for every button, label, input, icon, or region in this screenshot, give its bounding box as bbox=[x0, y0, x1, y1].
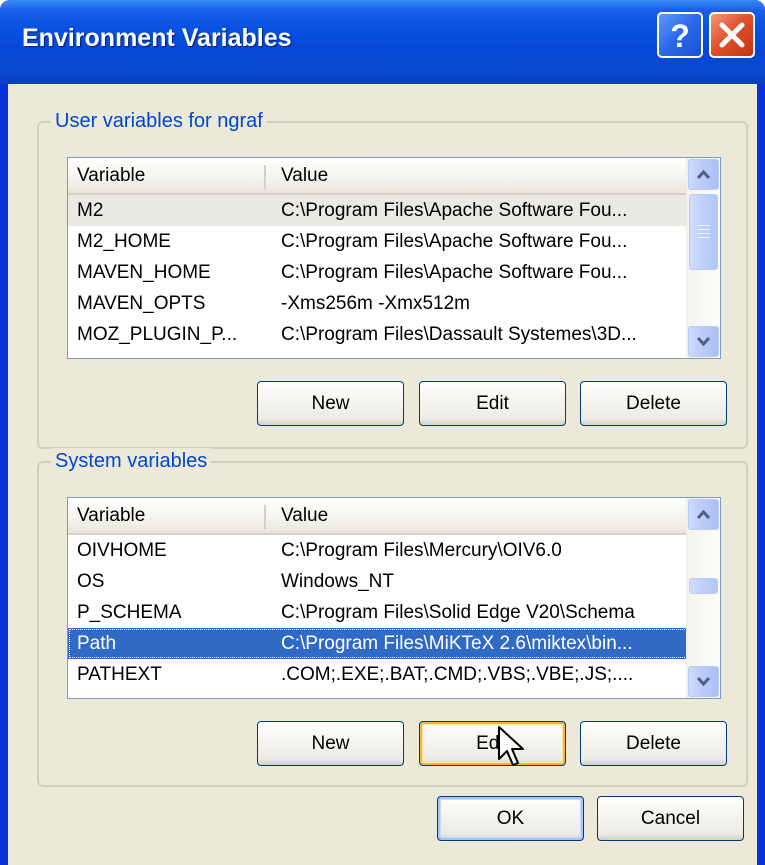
scroll-down-button[interactable] bbox=[688, 326, 719, 357]
column-header-variable[interactable]: Variable bbox=[77, 505, 145, 527]
list-row-maven-opts[interactable]: MAVEN_OPTS -Xms256m -Xmx512m bbox=[68, 288, 688, 319]
variable-value: C:\Program Files\Apache Software Fou... bbox=[281, 200, 628, 221]
system-list-scrollbar[interactable] bbox=[686, 498, 720, 698]
variable-name: Path bbox=[77, 633, 117, 654]
user-list-scrollbar[interactable] bbox=[686, 158, 720, 358]
window-title: Environment Variables bbox=[22, 24, 292, 52]
variable-name: MAVEN_HOME bbox=[77, 262, 211, 283]
system-delete-button[interactable]: Delete bbox=[580, 721, 727, 766]
list-row-os[interactable]: OS Windows_NT bbox=[68, 566, 688, 597]
variable-value: .COM;.EXE;.BAT;.CMD;.VBS;.VBE;.JS;.... bbox=[281, 664, 634, 685]
user-variables-group: User variables for ngraf Variable Value … bbox=[37, 108, 748, 449]
variable-name: M2_HOME bbox=[77, 231, 171, 252]
variable-value: C:\Program Files\Solid Edge V20\Schema bbox=[281, 602, 635, 623]
variable-name: M2 bbox=[77, 200, 104, 221]
dialog-body: User variables for ngraf Variable Value … bbox=[8, 84, 757, 865]
list-row-path[interactable]: Path C:\Program Files\MiKTeX 2.6\miktex\… bbox=[68, 628, 688, 659]
column-divider[interactable] bbox=[264, 165, 266, 189]
variable-name: PATHEXT bbox=[77, 664, 162, 685]
system-variables-group: System variables Variable Value OIVHOME … bbox=[37, 448, 748, 787]
arrow-down-icon bbox=[696, 676, 711, 687]
list-row-oivhome[interactable]: OIVHOME C:\Program Files\Mercury\OIV6.0 bbox=[68, 535, 688, 566]
svg-text:?: ? bbox=[670, 18, 690, 54]
user-variables-list[interactable]: Variable Value M2 C:\Program Files\Apach… bbox=[67, 157, 721, 359]
system-variables-list[interactable]: Variable Value OIVHOME C:\Program Files\… bbox=[67, 497, 721, 699]
variable-value: C:\Program Files\Dassault Systemes\3D... bbox=[281, 324, 637, 345]
list-row-m2[interactable]: M2 C:\Program Files\Apache Software Fou.… bbox=[68, 195, 688, 226]
list-row-m2-home[interactable]: M2_HOME C:\Program Files\Apache Software… bbox=[68, 226, 688, 257]
scroll-up-button[interactable] bbox=[688, 159, 719, 190]
user-delete-button[interactable]: Delete bbox=[580, 381, 727, 426]
help-icon: ? bbox=[670, 18, 690, 54]
scroll-thumb[interactable] bbox=[689, 578, 718, 594]
close-icon bbox=[719, 22, 745, 48]
user-variables-title: User variables for ngraf bbox=[51, 108, 267, 134]
ok-button[interactable]: OK bbox=[437, 796, 584, 841]
variable-name: MOZ_PLUGIN_P... bbox=[77, 324, 238, 345]
variable-name: OIVHOME bbox=[77, 540, 167, 561]
scroll-down-button[interactable] bbox=[688, 666, 719, 697]
list-row-moz-plugin-path[interactable]: MOZ_PLUGIN_P... C:\Program Files\Dassaul… bbox=[68, 319, 688, 350]
variable-name: MAVEN_OPTS bbox=[77, 293, 206, 314]
variable-value: C:\Program Files\Apache Software Fou... bbox=[281, 262, 628, 283]
system-edit-button[interactable]: Edit bbox=[419, 721, 566, 766]
scroll-up-button[interactable] bbox=[688, 499, 719, 530]
list-row-maven-home[interactable]: MAVEN_HOME C:\Program Files\Apache Softw… bbox=[68, 257, 688, 288]
list-header: Variable Value bbox=[68, 498, 688, 535]
column-header-value[interactable]: Value bbox=[281, 165, 328, 187]
column-divider[interactable] bbox=[264, 505, 266, 529]
mouse-pointer-icon bbox=[498, 726, 524, 766]
title-bar[interactable]: Environment Variables ? bbox=[0, 0, 765, 84]
variable-value: C:\Program Files\Apache Software Fou... bbox=[281, 231, 628, 252]
variable-value: -Xms256m -Xmx512m bbox=[281, 293, 470, 314]
column-header-value[interactable]: Value bbox=[281, 505, 328, 527]
variable-name: P_SCHEMA bbox=[77, 602, 182, 623]
arrow-up-icon bbox=[696, 509, 711, 520]
list-row-p-schema[interactable]: P_SCHEMA C:\Program Files\Solid Edge V20… bbox=[68, 597, 688, 628]
scroll-thumb[interactable] bbox=[689, 194, 718, 270]
list-header: Variable Value bbox=[68, 158, 688, 195]
user-new-button[interactable]: New bbox=[257, 381, 404, 426]
arrow-up-icon bbox=[696, 169, 711, 180]
cancel-button[interactable]: Cancel bbox=[597, 796, 744, 841]
help-button[interactable]: ? bbox=[657, 12, 703, 58]
user-edit-button[interactable]: Edit bbox=[419, 381, 566, 426]
variable-name: OS bbox=[77, 571, 105, 592]
close-button[interactable] bbox=[709, 12, 755, 58]
system-variables-title: System variables bbox=[51, 448, 212, 474]
variable-value: C:\Program Files\MiKTeX 2.6\miktex\bin..… bbox=[281, 633, 633, 654]
system-new-button[interactable]: New bbox=[257, 721, 404, 766]
column-header-variable[interactable]: Variable bbox=[77, 165, 145, 187]
arrow-down-icon bbox=[696, 336, 711, 347]
environment-variables-window: Environment Variables ? User variables f… bbox=[0, 0, 765, 865]
list-row-pathext[interactable]: PATHEXT .COM;.EXE;.BAT;.CMD;.VBS;.VBE;.J… bbox=[68, 659, 688, 690]
variable-value: C:\Program Files\Mercury\OIV6.0 bbox=[281, 540, 562, 561]
variable-value: Windows_NT bbox=[281, 571, 394, 592]
